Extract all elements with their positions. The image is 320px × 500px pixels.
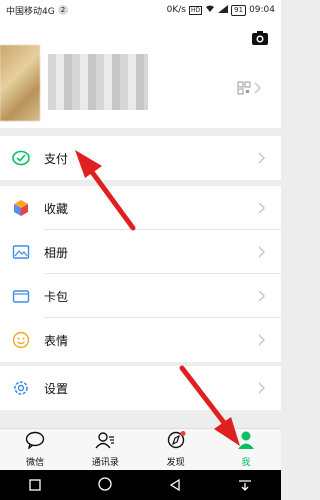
compass-icon: [166, 431, 186, 453]
qr-code-icon[interactable]: [237, 80, 251, 95]
hd-badge: HD: [189, 5, 203, 15]
menu-label: 设置: [44, 381, 69, 396]
favorites-cube-icon: [12, 199, 30, 217]
signal-icon: [218, 4, 229, 16]
settings-group: 设置: [0, 366, 281, 410]
pay-group: 支付: [0, 136, 281, 180]
avatar[interactable]: [0, 45, 40, 121]
carrier-text: 中国移动4G: [6, 6, 55, 17]
bottom-tab-bar: 微信 通讯录 发现 我: [0, 428, 281, 470]
settings-gear-icon: [12, 379, 30, 397]
chevron-right-icon: [257, 288, 267, 304]
camera-icon[interactable]: [251, 30, 269, 46]
menu-label: 收藏: [44, 201, 69, 216]
album-icon: [12, 243, 30, 261]
emoji-smile-icon: [12, 331, 30, 349]
collections-group: 收藏 相册 卡包 表情: [0, 186, 281, 362]
network-speed: 0K/s: [166, 5, 186, 15]
chevron-right-icon: [257, 244, 267, 260]
menu-item-card-wallet[interactable]: 卡包: [0, 274, 281, 318]
tab-label: 发现: [166, 458, 185, 468]
chevron-right-icon: [257, 332, 267, 348]
chevron-right-icon: [257, 150, 267, 166]
wifi-icon: [205, 5, 215, 16]
contacts-icon: [95, 431, 115, 453]
menu-label: 支付: [44, 151, 69, 166]
recent-apps-icon[interactable]: [28, 476, 41, 495]
profile-header[interactable]: [0, 20, 281, 128]
chevron-right-icon: [253, 80, 269, 96]
wechat-pay-icon: [12, 149, 30, 167]
tab-me[interactable]: 我: [211, 429, 281, 470]
profile-name-blurred: [48, 54, 148, 110]
tab-chats[interactable]: 微信: [0, 429, 70, 470]
chat-bubble-icon: [25, 431, 45, 453]
back-icon[interactable]: [169, 476, 181, 495]
menu-label: 相册: [44, 245, 69, 260]
menu-item-stickers[interactable]: 表情: [0, 318, 281, 362]
chevron-right-icon: [257, 200, 267, 216]
tab-label: 微信: [26, 458, 45, 468]
tab-contacts[interactable]: 通讯录: [70, 429, 140, 470]
notification-pulldown-icon[interactable]: [238, 476, 252, 495]
card-wallet-icon: [12, 287, 30, 305]
menu-item-settings[interactable]: 设置: [0, 366, 281, 410]
home-icon[interactable]: [98, 476, 112, 495]
tab-discover[interactable]: 发现: [141, 429, 211, 470]
sim-badge: 2: [57, 5, 69, 15]
clock: 09:04: [249, 5, 275, 15]
menu-label: 卡包: [44, 289, 69, 304]
menu-label: 表情: [44, 333, 69, 348]
system-nav-bar: [0, 470, 281, 500]
chevron-right-icon: [257, 380, 267, 396]
menu-item-album[interactable]: 相册: [0, 230, 281, 274]
person-icon: [236, 431, 256, 453]
menu-item-pay[interactable]: 支付: [0, 136, 281, 180]
battery-level: 91: [231, 4, 247, 16]
status-bar: 中国移动4G 2 0K/s HD 91 09:04: [0, 0, 281, 20]
tab-label: 我: [241, 458, 251, 468]
menu-item-favorites[interactable]: 收藏: [0, 186, 281, 230]
tab-label: 通讯录: [91, 458, 119, 468]
